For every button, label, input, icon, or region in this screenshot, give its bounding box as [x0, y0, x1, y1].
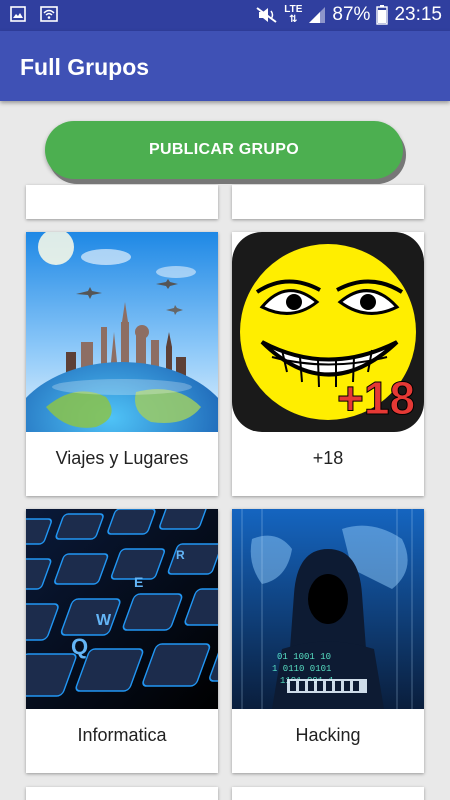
app-bar: Full Grupos	[0, 31, 450, 101]
category-label: Hacking	[295, 725, 361, 745]
signal-icon	[309, 7, 326, 23]
category-card-partial-left[interactable]	[26, 185, 218, 219]
category-card-next-right[interactable]	[232, 787, 424, 800]
svg-text:Q: Q	[71, 634, 88, 659]
battery-percent: 87%	[332, 4, 371, 25]
mute-icon	[256, 7, 277, 23]
publish-group-button[interactable]: PUBLICAR GRUPO	[45, 121, 403, 179]
status-bar: LTE ⇅ 87% 23:15	[0, 0, 450, 31]
svg-text:+18: +18	[337, 372, 415, 424]
category-label: Viajes y Lugares	[55, 448, 189, 468]
category-card-hacking[interactable]: 01 1001 10 1 0110 0101 1101 001 1 Hackin…	[232, 509, 424, 773]
category-card-adult[interactable]: +18 +18	[232, 232, 424, 496]
category-card-informatica[interactable]: Q W E R Informatica	[26, 509, 218, 773]
battery-icon	[376, 5, 389, 25]
app-title: Full Grupos	[20, 54, 150, 80]
wifi-icon	[40, 6, 58, 22]
category-label: +18	[312, 448, 344, 468]
svg-text:1 0110 0101: 1 0110 0101	[272, 664, 331, 674]
keyboard-image: Q W E R	[26, 509, 218, 709]
category-label: Informatica	[77, 725, 167, 745]
category-card-next-left[interactable]	[26, 787, 218, 800]
svg-text:W: W	[96, 612, 112, 629]
svg-text:E: E	[134, 574, 143, 590]
troll-face-image: +18	[232, 232, 424, 432]
category-card-viajes[interactable]: Viajes y Lugares	[26, 232, 218, 496]
image-icon	[10, 6, 26, 22]
travel-world-image	[26, 232, 218, 432]
category-card-partial-right[interactable]	[232, 185, 424, 219]
svg-text:01 1001 10: 01 1001 10	[277, 652, 331, 662]
clock: 23:15	[394, 4, 442, 25]
category-grid[interactable]: PUBLICAR GRUPO Viajes y Lugares +18 +18 …	[0, 101, 450, 800]
lte-icon: LTE ⇅	[284, 4, 303, 25]
hacker-image: 01 1001 10 1 0110 0101 1101 001 1	[232, 509, 424, 709]
svg-text:R: R	[176, 548, 185, 562]
